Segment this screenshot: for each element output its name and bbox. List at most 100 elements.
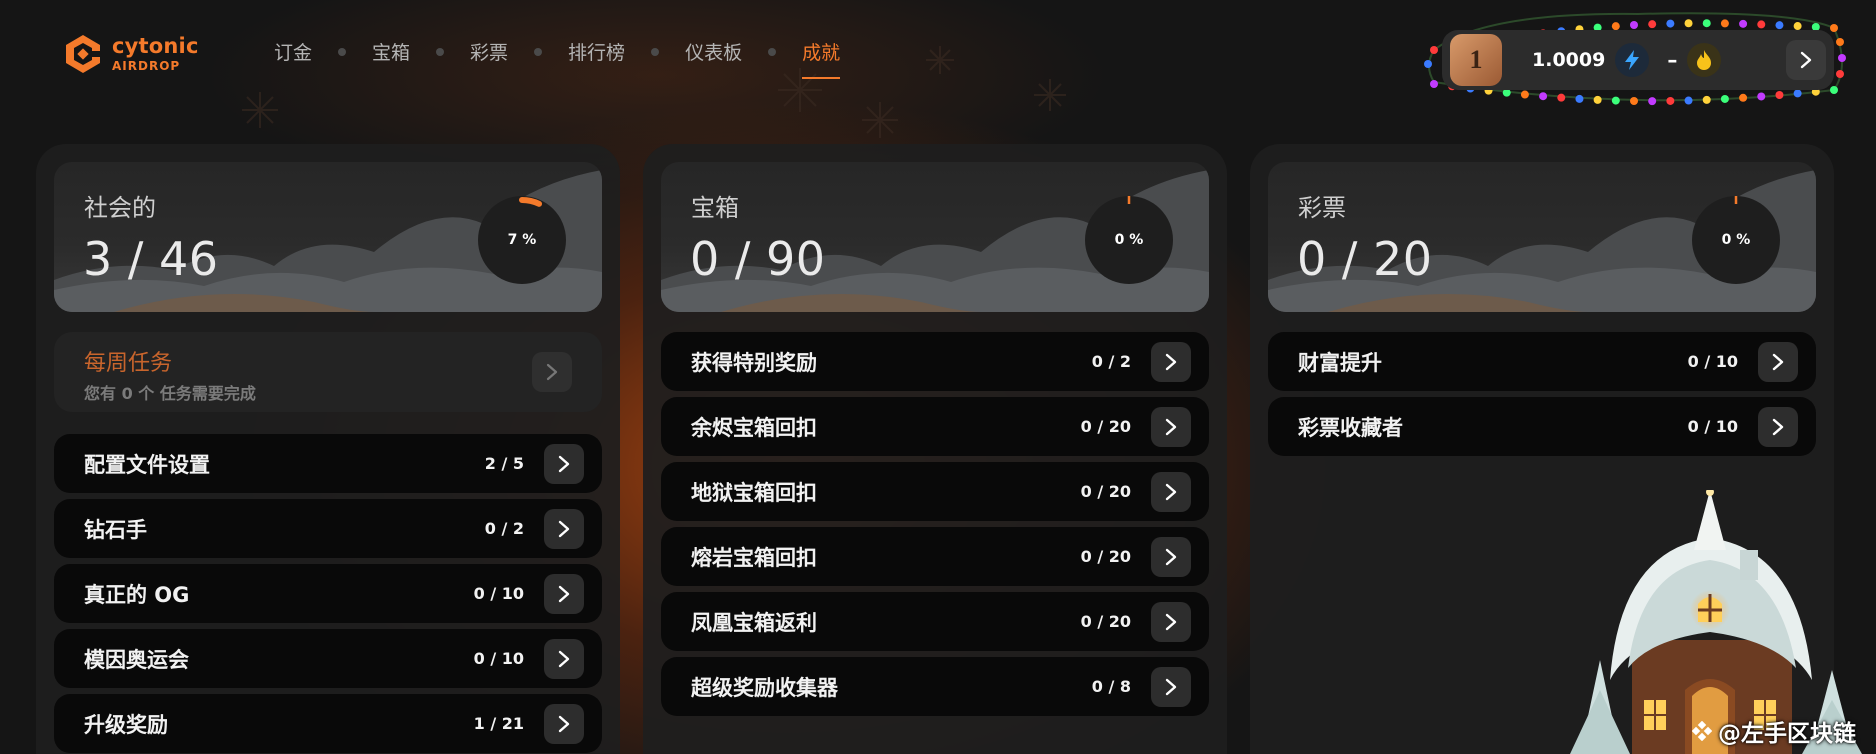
achievement-open-button[interactable] bbox=[544, 443, 584, 484]
user-avatar[interactable]: 1 bbox=[1450, 34, 1502, 86]
achievement-row[interactable]: 凤凰宝箱返利 0 / 20 bbox=[661, 592, 1209, 651]
achievement-open-button[interactable] bbox=[1151, 666, 1191, 707]
achievement-label: 钻石手 bbox=[84, 517, 147, 542]
chevron-right-icon bbox=[546, 363, 558, 381]
progress-percent: 7 % bbox=[507, 232, 537, 248]
achievement-label: 余烬宝箱回扣 bbox=[691, 415, 817, 440]
achievement-label: 升级奖励 bbox=[84, 712, 168, 737]
chevron-right-icon bbox=[1772, 353, 1784, 370]
light-bulb bbox=[1430, 46, 1438, 54]
light-bulb bbox=[1775, 21, 1784, 30]
light-bulb bbox=[1430, 80, 1438, 88]
light-bulb bbox=[1648, 97, 1657, 106]
chevron-right-icon bbox=[558, 650, 570, 667]
nav-leaderboard[interactable]: 排行榜 bbox=[568, 38, 625, 79]
achievement-count: 0 / 20 bbox=[1080, 482, 1131, 501]
achievement-row[interactable]: 彩票收藏者 0 / 10 bbox=[1268, 397, 1816, 456]
achievement-label: 地狱宝箱回扣 bbox=[691, 480, 817, 505]
nav-separator bbox=[338, 47, 347, 56]
progress-percent: 0 % bbox=[1114, 232, 1144, 248]
achievement-label: 超级奖励收集器 bbox=[691, 675, 838, 700]
nav-separator bbox=[651, 47, 660, 56]
achievement-open-button[interactable] bbox=[544, 703, 584, 744]
achievement-count: 0 / 10 bbox=[473, 584, 524, 603]
nav-separator bbox=[768, 47, 777, 56]
achievement-count: 0 / 10 bbox=[1687, 352, 1738, 371]
chest-achievement-list: 获得特别奖励 0 / 2 余烬宝箱回扣 0 / 20 地狱宝箱回扣 0 / 20… bbox=[661, 332, 1209, 722]
light-bulb bbox=[1830, 24, 1838, 32]
achievement-count: 0 / 10 bbox=[473, 649, 524, 668]
achievement-row[interactable]: 配置文件设置 2 / 5 bbox=[54, 434, 602, 493]
chevron-right-icon bbox=[1165, 353, 1177, 370]
light-bulb bbox=[1424, 60, 1432, 68]
nav-chests[interactable]: 宝箱 bbox=[372, 38, 410, 79]
chevron-right-icon bbox=[558, 715, 570, 732]
nav-dashboard[interactable]: 仪表板 bbox=[685, 38, 742, 79]
achievement-row[interactable]: 模因奥运会 0 / 10 bbox=[54, 629, 602, 688]
chevron-right-icon bbox=[1165, 678, 1177, 695]
lottery-summary-card: 彩票 0 / 20 0 % bbox=[1268, 162, 1816, 312]
chest-achievements-panel: 宝箱 0 / 90 0 % 获得特别奖励 0 / 2 余烬宝箱回扣 0 / 20… bbox=[643, 144, 1227, 754]
achievement-row[interactable]: 财富提升 0 / 10 bbox=[1268, 332, 1816, 391]
achievement-open-button[interactable] bbox=[1151, 406, 1191, 447]
chevron-right-icon bbox=[1165, 548, 1177, 565]
achievement-open-button[interactable] bbox=[544, 573, 584, 614]
nav-achievements[interactable]: 成就 bbox=[802, 38, 841, 79]
achievement-open-button[interactable] bbox=[1151, 341, 1191, 382]
chevron-right-icon bbox=[558, 585, 570, 602]
chevron-right-icon bbox=[1165, 483, 1177, 500]
light-bulb bbox=[1836, 38, 1844, 46]
achievement-row[interactable]: 真正的 OG 0 / 10 bbox=[54, 564, 602, 623]
achievement-count: 0 / 10 bbox=[1687, 417, 1738, 436]
light-bulb bbox=[1630, 21, 1638, 29]
achievement-count: 2 / 5 bbox=[484, 454, 524, 473]
achievement-row[interactable]: 升级奖励 1 / 21 bbox=[54, 694, 602, 753]
weekly-tasks-card[interactable]: 每周任务 您有 0 个 任务需要完成 bbox=[54, 332, 602, 412]
achievement-open-button[interactable] bbox=[1151, 471, 1191, 512]
achievement-open-button[interactable] bbox=[1151, 536, 1191, 577]
watermark: @左手区块链 bbox=[1692, 714, 1856, 748]
light-bulb bbox=[1684, 96, 1693, 105]
section-progress-value: 3 / 46 bbox=[83, 232, 219, 286]
light-bulb bbox=[1684, 19, 1693, 28]
light-bulb bbox=[1611, 96, 1620, 105]
light-bulb bbox=[1539, 92, 1548, 101]
achievement-open-button[interactable] bbox=[1151, 601, 1191, 642]
achievement-row[interactable]: 余烬宝箱回扣 0 / 20 bbox=[661, 397, 1209, 456]
chevron-right-icon bbox=[1772, 418, 1784, 435]
weekly-tasks-button[interactable] bbox=[532, 352, 572, 392]
light-bulb bbox=[1793, 22, 1802, 31]
chevron-right-icon bbox=[558, 455, 570, 472]
achievement-row[interactable]: 地狱宝箱回扣 0 / 20 bbox=[661, 462, 1209, 521]
lightning-icon bbox=[1615, 43, 1650, 77]
light-bulb bbox=[1630, 97, 1638, 105]
achievement-open-button[interactable] bbox=[1758, 341, 1798, 382]
wallet-pill[interactable]: 1 1.0009 – bbox=[1442, 30, 1834, 90]
achievement-count: 0 / 20 bbox=[1080, 547, 1131, 566]
achievement-row[interactable]: 超级奖励收集器 0 / 8 bbox=[661, 657, 1209, 716]
achievement-row[interactable]: 熔岩宝箱回扣 0 / 20 bbox=[661, 527, 1209, 586]
achievement-count: 0 / 2 bbox=[484, 519, 524, 538]
progress-percent: 0 % bbox=[1721, 232, 1751, 248]
wallet-expand-button[interactable] bbox=[1786, 40, 1826, 80]
section-title: 社会的 bbox=[84, 194, 156, 222]
brand-logo[interactable]: cytonic AIRDROP bbox=[62, 33, 199, 75]
achievement-row[interactable]: 钻石手 0 / 2 bbox=[54, 499, 602, 558]
light-bulb bbox=[1557, 93, 1566, 102]
achievement-label: 凤凰宝箱返利 bbox=[691, 610, 817, 635]
light-bulb bbox=[1702, 19, 1711, 28]
achievement-count: 0 / 8 bbox=[1091, 677, 1131, 696]
nav-lottery[interactable]: 彩票 bbox=[470, 38, 508, 79]
light-bulb bbox=[1611, 22, 1620, 31]
wallet-widget: 1 1.0009 – bbox=[1424, 6, 1852, 110]
light-bulb bbox=[1666, 96, 1675, 105]
achievement-open-button[interactable] bbox=[544, 638, 584, 679]
achievement-open-button[interactable] bbox=[544, 508, 584, 549]
nav-deposit[interactable]: 订金 bbox=[274, 38, 312, 79]
achievement-row[interactable]: 获得特别奖励 0 / 2 bbox=[661, 332, 1209, 391]
section-progress-value: 0 / 90 bbox=[690, 232, 826, 286]
chevron-right-icon bbox=[1165, 418, 1177, 435]
achievement-label: 模因奥运会 bbox=[84, 647, 189, 672]
achievement-open-button[interactable] bbox=[1758, 406, 1798, 447]
cytonic-logo-icon bbox=[66, 35, 100, 73]
